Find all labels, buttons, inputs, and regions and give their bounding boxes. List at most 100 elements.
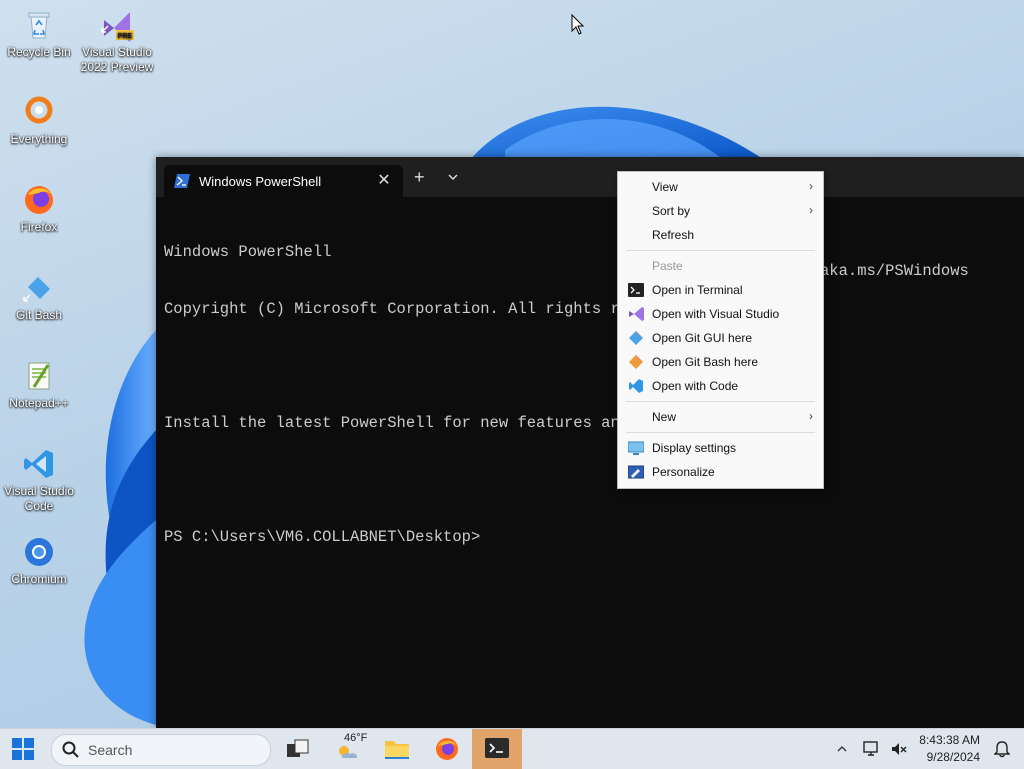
visual-studio-preview-icon: PRE (101, 12, 134, 42)
menu-item-refresh[interactable]: Refresh (618, 224, 823, 246)
firefox-taskbar-icon[interactable] (435, 737, 459, 761)
git-bash-icon (23, 277, 50, 302)
desktop-icon-label: Recycle Bin (7, 45, 71, 59)
visual-studio-icon (629, 307, 644, 321)
menu-item-sort-by[interactable]: Sort by › (618, 200, 823, 222)
desktop-context-menu[interactable]: View › Sort by › Refresh Paste Open in T… (617, 171, 824, 489)
git-gui-icon (629, 331, 643, 345)
menu-item-open-with-visual-studio[interactable]: Open with Visual Studio (618, 303, 823, 325)
desktop-icon-chromium[interactable]: Chromium (1, 535, 77, 587)
personalize-icon (628, 465, 644, 479)
clock-date: 9/28/2024 (926, 750, 980, 764)
menu-item-label: View (652, 180, 678, 194)
desktop-icon-git-bash[interactable]: Git Bash (1, 271, 77, 323)
terminal-icon (628, 283, 644, 297)
menu-item-personalize[interactable]: Personalize (618, 461, 823, 483)
terminal-taskbar-button[interactable] (472, 729, 522, 769)
terminal-line: Windows PowerShell (164, 243, 332, 261)
vscode-icon (629, 379, 643, 393)
menu-item-open-in-terminal[interactable]: Open in Terminal (618, 279, 823, 301)
task-view-icon[interactable] (286, 739, 310, 759)
menu-separator (626, 432, 815, 433)
menu-separator (626, 250, 815, 251)
new-tab-button[interactable]: + (414, 168, 425, 186)
vscode-icon (24, 450, 53, 478)
menu-separator (626, 401, 815, 402)
tab-windows-powershell[interactable]: Windows PowerShell ✕ (164, 165, 403, 197)
system-clock[interactable]: 8:43:38 AM 9/28/2024 (919, 732, 980, 766)
desktop-icon-label: Chromium (11, 572, 67, 586)
recycle-bin-icon (28, 12, 50, 39)
terminal-line: ​ (164, 357, 638, 376)
menu-item-open-git-gui[interactable]: Open Git GUI here (618, 327, 823, 349)
desktop-icon-label: Notepad++ (9, 396, 69, 410)
everything-icon (25, 96, 53, 124)
terminal-prompt[interactable]: PS C:\Users\VM6.COLLABNET\Desktop> (164, 528, 638, 547)
terminal-icon (485, 738, 509, 758)
menu-item-view[interactable]: View › (618, 176, 823, 198)
menu-item-label: Open with Visual Studio (652, 307, 780, 321)
menu-item-label: Open in Terminal (652, 283, 743, 297)
tab-title: Windows PowerShell (199, 174, 322, 189)
notepad-plus-plus-icon (28, 362, 50, 390)
menu-item-paste: Paste (618, 255, 823, 277)
terminal-output[interactable]: Windows PowerShell Copyright (C) Microso… (164, 205, 638, 585)
volume-muted-icon[interactable] (890, 740, 908, 758)
network-icon[interactable] (862, 740, 880, 758)
firefox-icon (25, 186, 53, 214)
menu-item-open-git-bash[interactable]: Open Git Bash here (618, 351, 823, 373)
desktop-icon-everything[interactable]: Everything (1, 95, 77, 147)
preview-badge: PRE (118, 33, 133, 40)
git-bash-icon (629, 355, 643, 369)
powershell-icon (174, 174, 190, 188)
desktop-icon-notepad-plus-plus[interactable]: Notepad++ (1, 359, 77, 411)
desktop-icon-label: Git Bash (15, 308, 63, 322)
menu-item-label: Personalize (652, 465, 715, 479)
chevron-right-icon: › (809, 203, 813, 217)
desktop-icon-firefox[interactable]: Firefox (1, 183, 77, 235)
display-icon (628, 441, 644, 455)
chromium-icon (25, 538, 53, 566)
menu-item-label: Open Git Bash here (652, 355, 759, 369)
menu-item-label: Open with Code (652, 379, 739, 393)
tab-close-button[interactable]: ✕ (374, 170, 394, 190)
desktop-icon-label: Visual Studio 2022 Preview (80, 45, 154, 74)
file-explorer-icon[interactable] (384, 738, 410, 760)
terminal-window[interactable]: Windows PowerShell ✕ + Windows PowerShel… (156, 157, 1024, 728)
terminal-line: Copyright (C) Microsoft Corporation. All… (164, 300, 639, 318)
terminal-titlebar[interactable]: Windows PowerShell ✕ + (156, 157, 1024, 197)
search-icon (62, 741, 79, 758)
chevron-right-icon: › (809, 179, 813, 193)
menu-item-label: Paste (652, 259, 683, 273)
menu-item-open-with-code[interactable]: Open with Code (618, 375, 823, 397)
terminal-line: ​ (164, 471, 638, 490)
clock-time: 8:43:38 AM (919, 733, 980, 747)
terminal-line-tail: aka.ms/PSWindows (820, 262, 969, 280)
notification-bell-icon[interactable] (994, 740, 1010, 758)
menu-item-new[interactable]: New › (618, 406, 823, 428)
chevron-up-icon[interactable] (836, 743, 848, 755)
chevron-down-icon[interactable] (446, 171, 460, 183)
weather-icon (339, 746, 358, 758)
chevron-right-icon: › (809, 409, 813, 423)
desktop-icon-visual-studio-preview[interactable]: PRE Visual Studio 2022 Preview (79, 8, 155, 75)
search-box[interactable]: Search (51, 734, 271, 766)
desktop-icon-label: Everything (10, 132, 68, 146)
desktop-icon-label: Firefox (20, 220, 58, 234)
weather-widget[interactable]: 46°F (334, 729, 368, 769)
windows-start-icon[interactable] (12, 738, 34, 760)
desktop-icon-vscode[interactable]: Visual Studio Code (1, 447, 77, 514)
menu-item-label: Open Git GUI here (652, 331, 753, 345)
mouse-cursor-icon (571, 14, 585, 35)
terminal-line: Install the latest PowerShell for new fe… (164, 414, 630, 432)
taskbar[interactable]: Search 46°F 8:43:38 AM 9/28/2024 (0, 728, 1024, 769)
menu-item-label: New (652, 410, 677, 424)
menu-item-label: Sort by (652, 204, 691, 218)
weather-temp: 46°F (344, 732, 368, 744)
desktop-icon-recycle-bin[interactable]: Recycle Bin (1, 8, 77, 60)
menu-item-label: Refresh (652, 228, 695, 242)
menu-item-label: Display settings (652, 441, 737, 455)
search-placeholder: Search (88, 742, 133, 758)
menu-item-display-settings[interactable]: Display settings (618, 437, 823, 459)
desktop-icon-label: Visual Studio Code (4, 484, 74, 513)
